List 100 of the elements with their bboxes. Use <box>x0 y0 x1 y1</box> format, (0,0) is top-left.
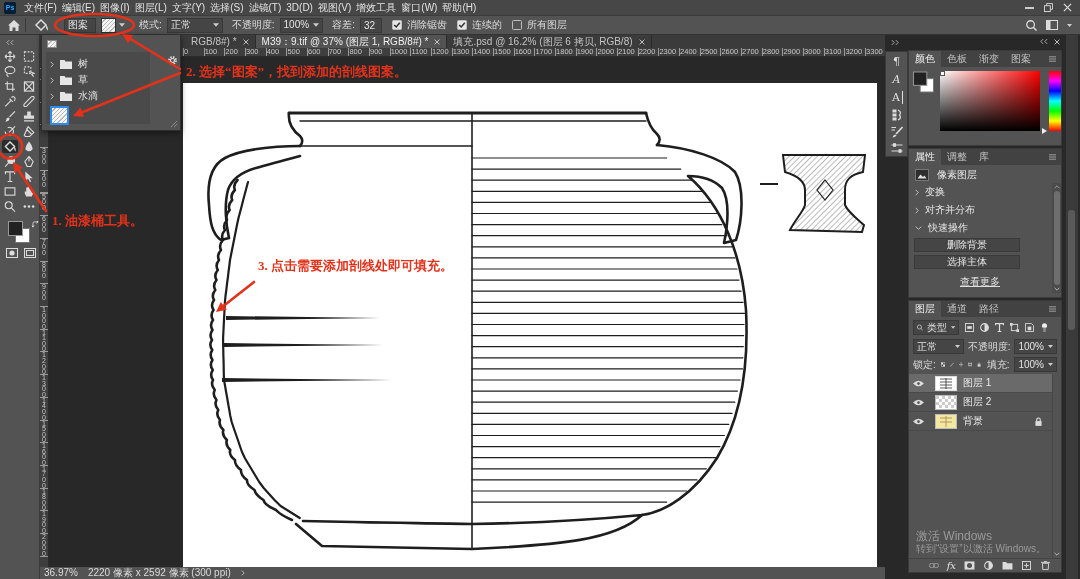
checkbox[interactable] <box>456 20 467 30</box>
panel-tab[interactable]: 渐变 <box>973 51 1005 67</box>
stamp-tool-icon[interactable] <box>21 110 37 123</box>
fill-source-dropdown[interactable]: 图案 <box>64 17 96 33</box>
panel-tab[interactable]: 图案 <box>1005 51 1037 67</box>
action-button[interactable]: 选择主体 <box>914 255 1020 269</box>
menu-item[interactable]: 视图(V) <box>317 1 352 14</box>
new-layer-icon[interactable] <box>1021 561 1032 570</box>
scroll-down-icon[interactable] <box>1053 287 1060 291</box>
close-icon[interactable] <box>638 38 645 45</box>
search-icon[interactable] <box>1026 19 1037 31</box>
scroll-up-icon[interactable] <box>1053 185 1060 189</box>
collapse-icon[interactable] <box>1040 39 1048 44</box>
mode-dropdown[interactable]: 正常 <box>166 17 223 33</box>
menu-item[interactable]: 图层(L) <box>134 1 167 14</box>
lock-artboard-icon[interactable] <box>968 360 973 369</box>
section-header[interactable]: 对齐并分布 <box>909 201 1052 219</box>
panel-tab[interactable]: 属性 <box>909 149 941 165</box>
checkbox[interactable] <box>391 20 402 30</box>
character-panel-button[interactable]: A <box>890 91 903 104</box>
section-header[interactable]: 变换 <box>909 183 1052 201</box>
pen-tool-icon[interactable] <box>21 155 37 168</box>
swap-arrow-icon[interactable] <box>32 221 39 228</box>
crop-tool-icon[interactable] <box>2 80 18 93</box>
link-icon[interactable] <box>928 563 939 568</box>
paint-bucket-icon[interactable] <box>35 19 49 31</box>
selection-tool-icon[interactable] <box>21 65 37 78</box>
adjustment-layer-icon[interactable] <box>983 561 994 570</box>
hue-marker-icon[interactable] <box>1042 128 1047 134</box>
lock-icon[interactable] <box>1035 416 1042 426</box>
menu-item[interactable]: 编辑(E) <box>61 1 96 14</box>
type-filter-icon[interactable] <box>995 323 1004 332</box>
eye-icon[interactable] <box>913 379 924 387</box>
eye-icon[interactable] <box>913 417 924 425</box>
shape-filter-icon[interactable] <box>1010 323 1019 332</box>
menu-item[interactable]: 文字(Y) <box>171 1 206 14</box>
caret-icon[interactable] <box>119 23 125 27</box>
blend-mode-dropdown[interactable]: 正常 <box>913 339 964 354</box>
type-tool-icon[interactable] <box>2 170 18 183</box>
paint-bucket-tool-icon[interactable] <box>2 140 18 153</box>
pattern-thumbnail[interactable] <box>47 40 57 48</box>
smart-object-filter-icon[interactable] <box>1025 323 1034 332</box>
tolerance-field[interactable]: 32 <box>359 17 382 33</box>
restore-icon[interactable] <box>1044 3 1053 12</box>
caret-icon[interactable] <box>1067 23 1072 27</box>
minimize-icon[interactable] <box>1025 6 1034 9</box>
sliders-icon[interactable] <box>890 143 903 153</box>
document-tab[interactable]: M39：9.tif @ 37% (图层 1, RGB/8#) * <box>255 35 448 48</box>
adjustment-filter-icon[interactable] <box>980 323 989 332</box>
collapse-icon[interactable] <box>6 40 14 45</box>
menu-item[interactable]: 选择(S) <box>210 1 244 14</box>
expand-icon[interactable] <box>891 40 899 45</box>
section-header[interactable]: 快速操作 <box>909 219 1052 237</box>
filter-toggle-icon[interactable] <box>1040 323 1049 332</box>
close-icon[interactable] <box>1054 38 1060 45</box>
close-icon[interactable] <box>242 38 249 45</box>
pattern-group[interactable]: 草 <box>46 72 150 88</box>
scrollbar-thumb[interactable] <box>1068 210 1075 330</box>
menu-item[interactable]: 图像(I) <box>100 1 130 14</box>
panel-tab[interactable]: 调整 <box>941 149 973 165</box>
eraser-tool-icon[interactable] <box>21 125 37 138</box>
quick-mask-icon[interactable] <box>6 248 18 258</box>
paragraph-styles-icon[interactable] <box>891 109 902 121</box>
more-link[interactable]: 查看更多 <box>960 276 1000 288</box>
menu-item[interactable]: 文件(F) <box>24 1 57 14</box>
panel-tab[interactable]: 色板 <box>941 51 973 67</box>
panel-tab[interactable]: 库 <box>973 149 995 165</box>
settings-icon[interactable] <box>168 56 177 65</box>
lock-all-icon[interactable] <box>977 360 982 369</box>
eye-icon[interactable] <box>913 398 924 406</box>
menu-item[interactable]: 窗口(W) <box>401 1 438 14</box>
close-icon[interactable] <box>1063 3 1072 12</box>
pattern-group[interactable]: 树 <box>46 56 150 72</box>
glyph-panel-button[interactable]: A <box>889 73 904 86</box>
frame-tool-icon[interactable] <box>21 80 37 93</box>
resize-grip-icon[interactable] <box>171 121 177 127</box>
panel-tab[interactable]: 颜色 <box>909 51 941 67</box>
pattern-group[interactable]: 水滴 <box>46 88 150 104</box>
marquee-tool-icon[interactable] <box>21 50 37 63</box>
opacity-field[interactable]: 100% <box>279 17 324 33</box>
brush-tool-icon[interactable] <box>2 110 18 123</box>
zoom-tool-icon[interactable] <box>2 200 18 213</box>
mask-icon[interactable] <box>964 561 975 570</box>
fill-field[interactable]: 100% <box>1014 357 1057 372</box>
home-icon[interactable] <box>8 19 20 31</box>
lock-pixels-icon[interactable] <box>940 360 945 369</box>
color-swatches[interactable] <box>913 71 934 93</box>
folder-icon[interactable] <box>1002 561 1013 570</box>
checkbox[interactable] <box>511 20 522 30</box>
panel-tab[interactable]: 通道 <box>941 301 973 317</box>
paragraph-panel-button[interactable]: ¶ <box>889 55 904 68</box>
menu-item[interactable]: 帮助(H) <box>442 1 477 14</box>
eyedropper-tool-icon[interactable] <box>2 95 18 108</box>
layer-row[interactable]: 图层 2 <box>909 393 1052 412</box>
opacity-field[interactable]: 100% <box>1014 339 1057 354</box>
pattern-tile[interactable] <box>50 106 69 125</box>
color-swatches[interactable] <box>8 221 30 243</box>
move-tool-icon[interactable] <box>2 50 18 63</box>
layer-row[interactable]: 背景 <box>909 412 1052 431</box>
action-button[interactable]: 删除背景 <box>914 238 1020 252</box>
